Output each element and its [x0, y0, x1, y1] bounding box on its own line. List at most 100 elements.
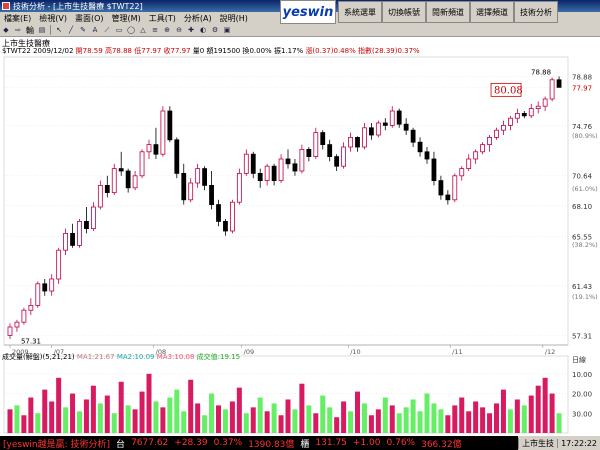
candle-body: [188, 182, 194, 201]
period-icon[interactable]: ▤: [37, 26, 47, 35]
candle-body: [77, 220, 82, 246]
triangle-tool-icon[interactable]: △: [138, 26, 148, 35]
candle-body: [236, 173, 242, 203]
zoom-label[interactable]: 輸: [24, 25, 36, 36]
tw-amount: 1390.83億: [248, 439, 295, 450]
volume-bar: [500, 389, 506, 433]
volume-bar: [535, 385, 541, 433]
line-tool-icon[interactable]: ╱: [66, 26, 76, 35]
tray-item[interactable]: 上市生技: [518, 437, 557, 449]
volume-tick-label: 30.00: [572, 410, 592, 418]
pointer-icon[interactable]: ↖: [54, 26, 64, 35]
volume-bar: [7, 409, 13, 433]
nav-buttons: 系統選單 切換帳號 閱新頻道 選擇頻道 技術分析: [338, 0, 558, 24]
system-menu-button[interactable]: 系統選單: [338, 1, 382, 23]
min-price-label: 57.31: [21, 337, 41, 345]
rectangle-tool-icon[interactable]: ▭: [114, 26, 124, 35]
volume-bar: [229, 401, 235, 433]
volume-bar: [77, 411, 82, 433]
cross-icon[interactable]: ✚: [186, 26, 196, 35]
select-channel-button[interactable]: 選擇頻道: [470, 1, 514, 23]
tw-label: 台: [116, 439, 126, 450]
menu-help[interactable]: 說明(H): [216, 13, 252, 24]
fibonacci-icon[interactable]: ≡: [150, 26, 160, 35]
tw-index: 7677.62: [131, 438, 169, 448]
volume-bar: [361, 403, 367, 433]
menu-file[interactable]: 檔案(E): [0, 13, 35, 24]
task-tray: 上市生技 17:22:22: [518, 436, 600, 450]
candle-body: [494, 129, 499, 138]
high-value: 高78.88: [104, 47, 132, 55]
volume-bar: [181, 411, 187, 433]
cursor-price-label: 80.08: [494, 85, 523, 96]
volume-bar: [153, 401, 159, 433]
candle-body: [35, 283, 41, 306]
volume-header: 成交量(解盤)(5,21,21) MA1:21.67 MA2:10.09 MA3…: [2, 352, 240, 362]
candle-body: [97, 184, 103, 208]
news-channel-button[interactable]: 閱新頻道: [426, 1, 470, 23]
volume-bar: [278, 415, 284, 433]
volume-bar: [542, 377, 548, 433]
menu-tools[interactable]: 工具(T): [145, 13, 180, 24]
zoom-out-icon[interactable]: ⊖: [174, 26, 184, 35]
print-icon[interactable]: ▣: [222, 26, 232, 35]
volume-bar: [348, 411, 354, 433]
status-bar: [yeswin越是贏: 技術分析] 台 7677.62 +28.39 0.37%…: [0, 436, 600, 450]
technical-analysis-button[interactable]: 技術分析: [514, 1, 558, 23]
info-area: 上市生技醫療 $TWT22 2009/12/02 開78.59 高78.88 低…: [0, 37, 600, 55]
candle-body: [535, 105, 541, 110]
volume-bar: [431, 403, 437, 433]
menu-screen[interactable]: 畫面(O): [71, 13, 108, 24]
forward-icon[interactable]: ⇨: [13, 26, 23, 35]
turnover-value: 換0.00%: [242, 47, 272, 55]
back-icon[interactable]: ◆: [1, 26, 11, 35]
stock-code: $TWT22: [2, 47, 31, 55]
volume-bar: [90, 385, 96, 433]
otc-pct: 0.76%: [386, 438, 416, 448]
volume-bar: [382, 397, 388, 433]
settings-icon[interactable]: ⚙: [210, 26, 220, 35]
otc-index: 131.75: [315, 438, 347, 448]
candle-body: [21, 309, 27, 323]
candle-body: [556, 79, 562, 88]
volume-bar: [222, 409, 228, 433]
volume-bar: [70, 393, 76, 433]
volume-bar: [146, 373, 152, 433]
candle-body: [382, 122, 388, 126]
candle-body: [49, 278, 55, 292]
menu-view[interactable]: 檢視(V): [35, 13, 71, 24]
text-tool-icon[interactable]: A: [90, 26, 100, 35]
candle-body: [70, 232, 75, 246]
volume-bar: [487, 413, 493, 433]
volume-bar: [28, 397, 34, 433]
menu-manage[interactable]: 管理(M): [108, 13, 145, 24]
volume-bar: [35, 413, 41, 433]
volume-bar: [473, 401, 479, 433]
candle-body: [28, 304, 34, 311]
volume-bar: [549, 393, 555, 433]
candle-body: [153, 144, 159, 155]
volume-bar: [49, 401, 55, 433]
trend-line-icon[interactable]: ⟋: [102, 26, 112, 35]
pen-tool-icon[interactable]: ✎: [78, 26, 88, 35]
volume-bar: [368, 415, 374, 433]
pct-tick-label: (80.9%): [572, 132, 598, 140]
app-icon: [2, 2, 10, 10]
volume-bar: [480, 407, 486, 433]
candle-body: [209, 184, 214, 205]
menu-analysis[interactable]: 分析(A): [180, 13, 216, 24]
price-tick-label: 77.97: [572, 84, 592, 92]
open-value: 開78.59: [75, 47, 103, 55]
switch-account-button[interactable]: 切換帳號: [382, 1, 426, 23]
color-icon[interactable]: ◐: [198, 26, 208, 35]
zoom-in-icon[interactable]: ⊕: [162, 26, 172, 35]
ellipse-tool-icon[interactable]: ◯: [126, 26, 136, 35]
candle-body: [438, 180, 444, 196]
price-tick-label: 65.55: [572, 233, 592, 241]
ma2-label: MA2:10.09: [116, 353, 155, 361]
candle-body: [341, 146, 347, 167]
candle-body: [14, 321, 20, 328]
candlestick-chart[interactable]: 78.88 77.97 74.76 70.64 68.10 65.55 61.43 57.31…: [0, 55, 600, 436]
candle-body: [278, 158, 284, 182]
volume-bar: [389, 405, 395, 433]
